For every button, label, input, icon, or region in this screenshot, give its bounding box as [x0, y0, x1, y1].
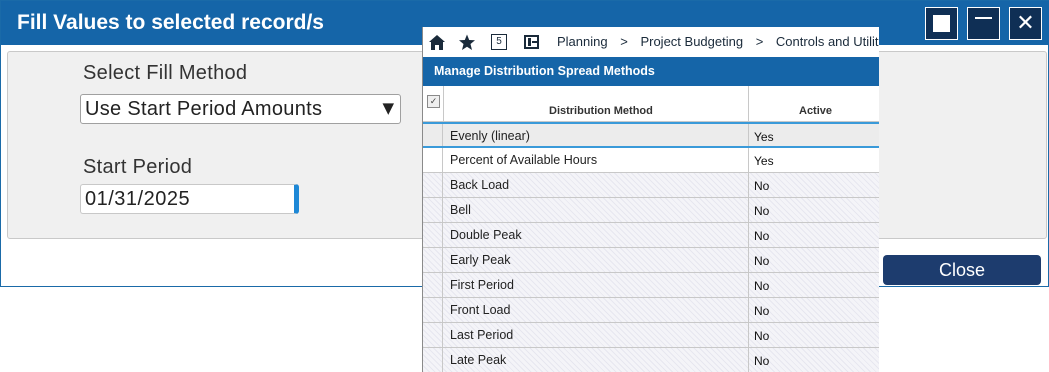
active-cell: No — [754, 329, 770, 343]
close-icon: ✕ — [1016, 10, 1035, 36]
select-all-checkbox[interactable]: ✓ — [427, 95, 440, 108]
breadcrumb-separator: > — [755, 34, 764, 49]
dropdown-arrow-icon: ▼ — [382, 99, 394, 117]
close-window-button[interactable]: ✕ — [1009, 7, 1042, 40]
grid-header: ✓ Distribution Method Active — [423, 86, 879, 122]
table-row[interactable]: First Period No — [423, 273, 879, 298]
grid-title: Manage Distribution Spread Methods — [423, 57, 879, 86]
column-header-active[interactable]: Active — [799, 105, 832, 117]
dialog-title: Fill Values to selected record/s — [17, 11, 324, 34]
panel-icon[interactable] — [521, 32, 541, 52]
breadcrumb-project-budgeting[interactable]: Project Budgeting — [640, 34, 743, 49]
method-cell: Early Peak — [450, 253, 511, 267]
method-cell: Double Peak — [450, 228, 522, 242]
table-row[interactable]: Early Peak No — [423, 248, 879, 273]
fill-method-value: Use Start Period Amounts — [85, 98, 323, 120]
row-select-cell[interactable] — [423, 248, 443, 272]
table-row[interactable]: Double Peak No — [423, 223, 879, 248]
row-select-cell[interactable] — [423, 124, 443, 146]
start-period-label: Start Period — [83, 156, 193, 178]
active-cell: No — [754, 179, 770, 193]
table-row[interactable]: Late Peak No — [423, 348, 879, 372]
active-cell: No — [754, 254, 770, 268]
table-row[interactable]: Percent of Available Hours Yes — [423, 148, 879, 173]
minimize-button[interactable] — [967, 7, 1000, 40]
method-cell: Bell — [450, 203, 471, 217]
method-cell: Evenly (linear) — [450, 129, 530, 143]
method-cell: First Period — [450, 278, 514, 292]
column-header-method[interactable]: Distribution Method — [549, 105, 653, 117]
method-cell: Percent of Available Hours — [450, 153, 598, 167]
distribution-methods-window: 5 Planning > Project Budgeting > Control… — [422, 27, 879, 372]
table-row[interactable]: Evenly (linear) Yes — [423, 122, 879, 148]
row-select-cell[interactable] — [423, 323, 443, 347]
breadcrumb-controls-utilities[interactable]: Controls and Utilitie — [776, 34, 879, 49]
breadcrumb-separator: > — [620, 34, 628, 49]
row-select-cell[interactable] — [423, 298, 443, 322]
table-row[interactable]: Bell No — [423, 198, 879, 223]
row-select-cell[interactable] — [423, 273, 443, 297]
minimize-icon — [975, 16, 992, 19]
table-row[interactable]: Last Period No — [423, 323, 879, 348]
row-select-cell[interactable] — [423, 148, 443, 172]
active-cell: No — [754, 204, 770, 218]
breadcrumb-planning[interactable]: Planning — [557, 34, 608, 49]
active-cell: No — [754, 229, 770, 243]
breadcrumb: Planning > Project Budgeting > Controls … — [557, 34, 879, 49]
table-row[interactable]: Back Load No — [423, 173, 879, 198]
close-button[interactable]: Close — [883, 255, 1041, 285]
active-cell: No — [754, 279, 770, 293]
fill-method-select[interactable]: Use Start Period Amounts ▼ — [80, 94, 401, 124]
star-icon[interactable] — [457, 32, 477, 52]
method-cell: Back Load — [450, 178, 510, 192]
maximize-button[interactable] — [925, 7, 958, 40]
start-period-input[interactable] — [80, 184, 299, 214]
method-cell: Late Peak — [450, 353, 507, 367]
row-select-cell[interactable] — [423, 198, 443, 222]
active-cell: No — [754, 354, 770, 368]
fill-method-label: Select Fill Method — [83, 62, 248, 84]
distribution-methods-grid: ✓ Distribution Method Active Evenly (lin… — [423, 86, 879, 372]
top-navigation: 5 Planning > Project Budgeting > Control… — [423, 27, 879, 57]
method-cell: Front Load — [450, 303, 511, 317]
active-cell: Yes — [754, 130, 774, 144]
active-cell: No — [754, 304, 770, 318]
five-badge-text: 5 — [491, 34, 507, 50]
row-select-cell[interactable] — [423, 348, 443, 372]
active-cell: Yes — [754, 154, 774, 168]
row-select-cell[interactable] — [423, 223, 443, 247]
five-badge-icon[interactable]: 5 — [489, 32, 509, 52]
maximize-icon — [933, 15, 950, 32]
row-select-cell[interactable] — [423, 173, 443, 197]
table-row[interactable]: Front Load No — [423, 298, 879, 323]
home-icon[interactable] — [427, 32, 447, 52]
method-cell: Last Period — [450, 328, 514, 342]
